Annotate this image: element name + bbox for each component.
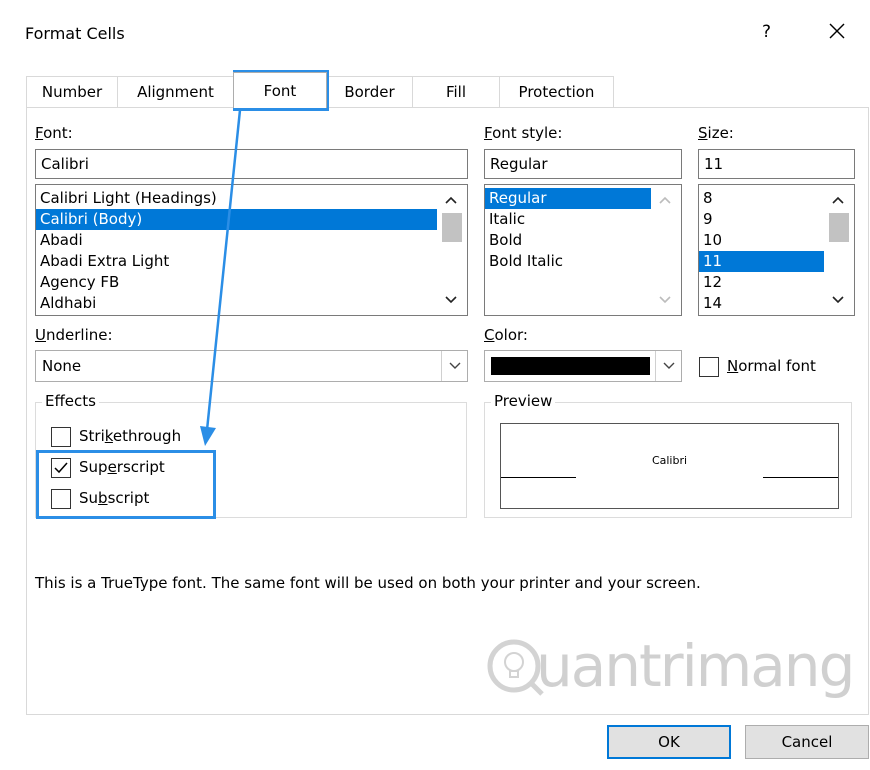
- font-info-text: This is a TrueType font. The same font w…: [35, 574, 701, 592]
- close-icon: [829, 23, 845, 39]
- strikethrough-checkbox[interactable]: [51, 427, 71, 447]
- tab-protection[interactable]: Protection: [499, 76, 614, 107]
- scroll-thumb[interactable]: [829, 213, 849, 242]
- color-label: Color:: [484, 326, 528, 344]
- preview-baseline-right: [763, 477, 838, 478]
- tab-border[interactable]: Border: [326, 76, 413, 107]
- font-style-scrollbar: [653, 185, 677, 315]
- color-swatch: [491, 357, 650, 375]
- checkmark-icon: [54, 462, 68, 474]
- normal-font-label[interactable]: Normal font: [727, 357, 816, 375]
- close-button[interactable]: [822, 16, 852, 46]
- preview-title: Preview: [491, 392, 556, 410]
- font-list-scrollbar[interactable]: [439, 185, 463, 315]
- scroll-down-icon[interactable]: [442, 291, 459, 308]
- font-list-item[interactable]: Aldhabi: [36, 293, 467, 314]
- font-style-item[interactable]: Bold Italic: [485, 251, 681, 272]
- tab-font[interactable]: Font: [233, 72, 327, 108]
- font-style-label: Font style:: [484, 124, 563, 142]
- strikethrough-label[interactable]: Strikethrough: [79, 427, 181, 445]
- dialog-title: Format Cells: [25, 24, 125, 43]
- font-label: Font:: [35, 124, 73, 142]
- help-button[interactable]: ?: [762, 22, 771, 42]
- scroll-down-icon[interactable]: [829, 291, 846, 308]
- preview-sample-text: Calibri: [651, 454, 688, 467]
- subscript-checkbox[interactable]: [51, 489, 71, 509]
- size-list-scrollbar[interactable]: [826, 185, 850, 315]
- font-style-list[interactable]: Regular Italic Bold Bold Italic: [484, 184, 682, 316]
- underline-value: None: [42, 357, 82, 375]
- chevron-down-icon: [449, 362, 460, 369]
- preview-box: Calibri: [500, 423, 839, 509]
- size-list[interactable]: 8 9 10 11 12 14: [698, 184, 855, 316]
- font-list-item[interactable]: Abadi: [36, 230, 467, 251]
- color-dropdown[interactable]: [484, 350, 682, 382]
- scroll-thumb[interactable]: [442, 213, 462, 242]
- font-list-item[interactable]: Abadi Extra Light: [36, 251, 467, 272]
- underline-dropdown[interactable]: None: [35, 350, 468, 382]
- underline-label: Underline:: [35, 326, 113, 344]
- font-list-item[interactable]: Calibri Light (Headings): [36, 188, 467, 209]
- font-style-item-selected[interactable]: Regular: [485, 188, 651, 209]
- tab-fill[interactable]: Fill: [412, 76, 500, 107]
- scroll-up-icon: [656, 191, 673, 208]
- font-list-item-selected[interactable]: Calibri (Body): [36, 209, 437, 230]
- superscript-label[interactable]: Superscript: [79, 458, 165, 476]
- watermark: uantrimang: [486, 628, 855, 708]
- format-cells-dialog: Format Cells ? Number Alignment Font Bor…: [0, 0, 870, 770]
- preview-baseline-left: [501, 477, 576, 478]
- size-input[interactable]: 11: [698, 149, 855, 179]
- dropdown-button[interactable]: [655, 351, 681, 381]
- font-style-item[interactable]: Bold: [485, 230, 681, 251]
- cancel-button[interactable]: Cancel: [745, 725, 869, 759]
- size-list-item-selected[interactable]: 11: [699, 251, 824, 272]
- superscript-checkbox[interactable]: [51, 458, 71, 478]
- tab-number[interactable]: Number: [26, 76, 118, 107]
- effects-title: Effects: [42, 392, 99, 410]
- font-list-item[interactable]: Agency FB: [36, 272, 467, 293]
- tab-alignment[interactable]: Alignment: [117, 76, 234, 107]
- dropdown-button[interactable]: [441, 351, 467, 381]
- font-style-item[interactable]: Italic: [485, 209, 681, 230]
- scroll-up-icon[interactable]: [829, 191, 846, 208]
- font-name-input[interactable]: Calibri: [35, 149, 468, 179]
- scroll-up-icon[interactable]: [442, 191, 459, 208]
- scroll-down-icon: [656, 291, 673, 308]
- chevron-down-icon: [663, 362, 674, 369]
- watermark-text: uantrimang: [536, 632, 855, 700]
- ok-button[interactable]: OK: [607, 725, 731, 759]
- normal-font-checkbox[interactable]: [699, 357, 719, 377]
- font-list[interactable]: Calibri Light (Headings) Calibri (Body) …: [35, 184, 468, 316]
- font-style-input[interactable]: Regular: [484, 149, 682, 179]
- subscript-label[interactable]: Subscript: [79, 489, 149, 507]
- size-label: Size:: [698, 124, 734, 142]
